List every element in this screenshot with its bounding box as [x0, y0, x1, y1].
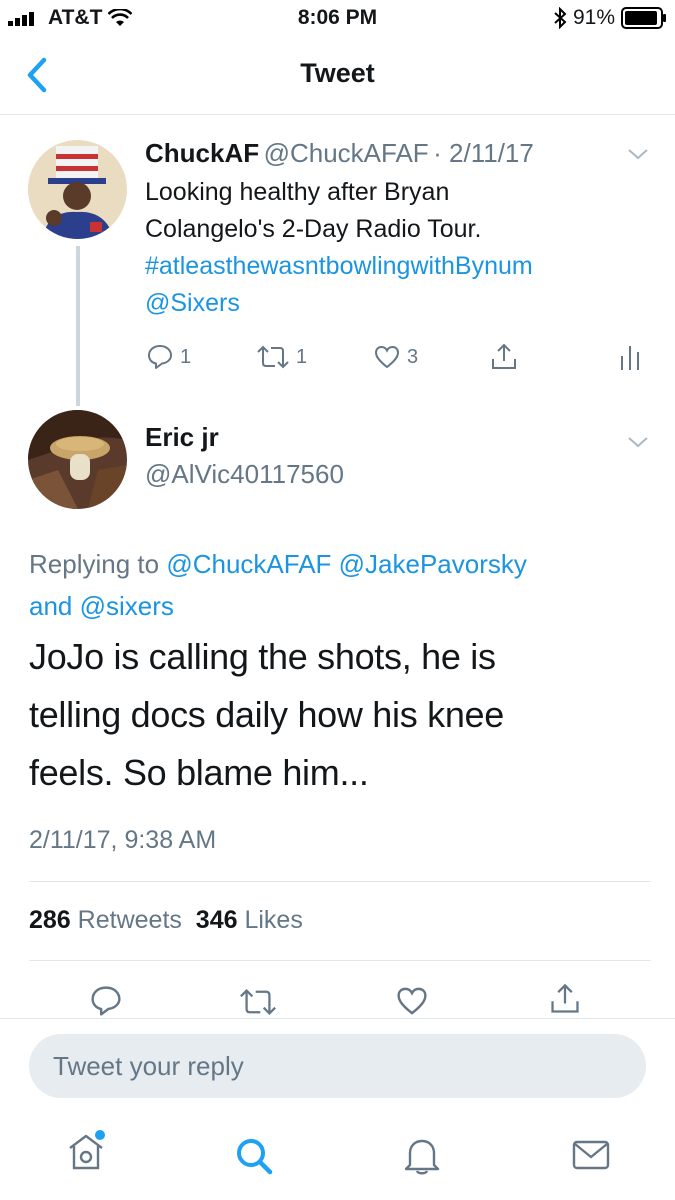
- author-name: Eric jr: [145, 422, 219, 452]
- reply-and[interactable]: and: [29, 591, 72, 621]
- avatar-ericjr[interactable]: [28, 410, 127, 509]
- author-handle: @AlVic40117560: [145, 459, 344, 489]
- chevron-down-icon[interactable]: [626, 434, 650, 450]
- analytics-icon[interactable]: [620, 344, 640, 372]
- share-icon[interactable]: [548, 982, 582, 1016]
- nav-bar: Tweet: [0, 36, 675, 115]
- reply-icon: [148, 345, 172, 369]
- reply-input[interactable]: Tweet your reply: [29, 1034, 646, 1098]
- tweet-text-line: Colangelo's 2-Day Radio Tour.: [145, 215, 482, 243]
- battery-icon: [621, 7, 666, 29]
- search-icon[interactable]: [234, 1136, 274, 1176]
- like-action[interactable]: 3: [373, 343, 418, 371]
- reply-action[interactable]: 1: [146, 343, 191, 371]
- share-icon[interactable]: [489, 342, 519, 372]
- divider: [29, 960, 651, 961]
- avatar-chuckaf[interactable]: [28, 140, 127, 239]
- mention-link[interactable]: @JakePavorsky: [339, 549, 527, 579]
- retweet-action[interactable]: 1: [256, 343, 307, 371]
- parent-tweet-text: Looking healthy after Bryan Colangelo's …: [145, 174, 660, 322]
- battery-info: 91%: [553, 6, 667, 30]
- divider: [29, 881, 651, 882]
- likes-count: 346: [195, 906, 238, 934]
- replying-to: Replying to @ChuckAFAF @JakePavorsky and…: [29, 543, 649, 627]
- retweets-count: 286: [29, 906, 71, 934]
- notifications-bell-icon[interactable]: [402, 1134, 442, 1176]
- author-handle[interactable]: @ChuckAFAF: [264, 138, 429, 168]
- hashtag-link[interactable]: #atleasthewasntbowlingwithBynum: [145, 248, 660, 285]
- main-author[interactable]: Eric jr @AlVic40117560: [145, 422, 344, 490]
- thread-line: [76, 246, 80, 406]
- mention-link[interactable]: @sixers: [80, 591, 174, 621]
- tweet-stats: 286 Retweets 346 Likes: [29, 906, 303, 935]
- retweets-stat[interactable]: 286 Retweets: [29, 906, 182, 934]
- page-title: Tweet: [300, 58, 375, 88]
- replying-prefix: Replying to: [29, 549, 160, 579]
- composer-divider: [0, 1018, 675, 1019]
- heart-icon: [374, 345, 400, 369]
- retweet-icon[interactable]: [238, 986, 278, 1018]
- tweet-text-line: Looking healthy after Bryan: [145, 178, 450, 206]
- home-icon[interactable]: [64, 1130, 108, 1174]
- likes-stat[interactable]: 346 Likes: [196, 906, 303, 934]
- status-bar: AT&T 8:06 PM 91%: [0, 0, 675, 36]
- retweets-label: Retweets: [77, 906, 182, 934]
- author-name[interactable]: ChuckAF: [145, 138, 259, 168]
- chevron-down-icon[interactable]: [626, 146, 650, 162]
- reply-count: 1: [180, 345, 192, 368]
- tweet-timestamp: 2/11/17, 9:38 AM: [29, 826, 217, 854]
- heart-icon[interactable]: [395, 984, 429, 1018]
- tweet-text-line: telling docs daily how his knee: [29, 694, 504, 735]
- battery-percent: 91%: [572, 6, 615, 29]
- tweet-date: · 2/11/17: [433, 138, 534, 168]
- tweet-text-line: feels. So blame him...: [29, 752, 369, 793]
- like-count: 3: [407, 345, 419, 368]
- reply-icon[interactable]: [89, 984, 123, 1018]
- mention-link[interactable]: @ChuckAFAF: [166, 549, 331, 579]
- retweet-icon: [257, 345, 289, 369]
- messages-envelope-icon[interactable]: [571, 1138, 611, 1172]
- parent-tweet-header: ChuckAF @ChuckAFAF · 2/11/17: [145, 138, 534, 169]
- retweet-count: 1: [296, 345, 308, 368]
- mention-link[interactable]: @Sixers: [145, 285, 660, 322]
- tweet-text-line: JoJo is calling the shots, he is: [29, 636, 496, 677]
- main-tweet-text: JoJo is calling the shots, he is telling…: [29, 628, 649, 802]
- bluetooth-icon: [554, 7, 567, 29]
- reply-placeholder: Tweet your reply: [53, 1051, 244, 1081]
- likes-label: Likes: [244, 906, 303, 934]
